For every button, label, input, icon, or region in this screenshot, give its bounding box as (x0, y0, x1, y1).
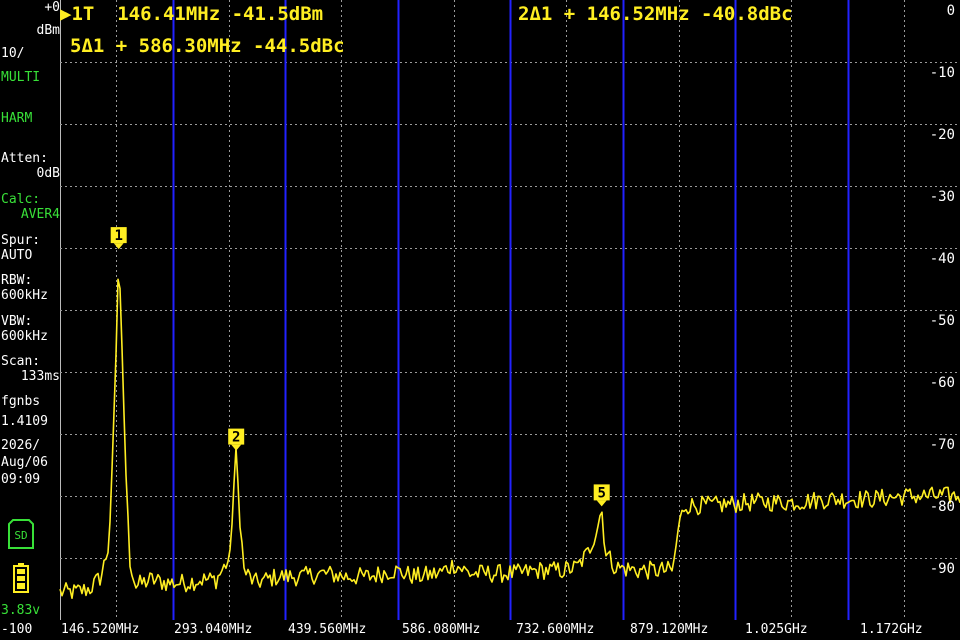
spectrum-analyzer-screen: 1 2 5 +0 dBm 10/ MULTI HARM Atten: 0dB Cal… (0, 0, 960, 640)
freq-label: 293.040MHz (174, 622, 253, 637)
scale-label: -60 (929, 375, 955, 391)
ref-level-unit: dBm (36, 23, 60, 38)
atten-label: Atten: (1, 151, 48, 166)
freq-label: 439.560MHz (288, 622, 367, 637)
firmware-label: fgnbs (1, 394, 41, 409)
freq-label: 1.025GHz (745, 622, 808, 637)
marker-5[interactable]: 5 (593, 484, 610, 507)
mode-harm[interactable]: HARM (0, 111, 61, 126)
freq-label: 146.520MHz (61, 622, 140, 637)
freq-label: 879.120MHz (630, 622, 709, 637)
scale-label: -90 (929, 561, 955, 577)
scale-per-div[interactable]: 10/ (0, 46, 61, 61)
date-month-day: Aug/06 (1, 455, 48, 470)
marker-label: 1 (114, 228, 122, 244)
scale-label: -40 (929, 251, 955, 267)
marker-2-readout[interactable]: 2Δ1 + 146.52MHz -40.8dBc (518, 3, 793, 25)
battery-icon (13, 563, 29, 593)
spur-value[interactable]: AUTO (0, 248, 61, 263)
date-year: 2026/ (1, 438, 41, 453)
sd-card-icon[interactable]: SD (8, 519, 34, 549)
scale-label: -80 (929, 499, 955, 515)
marker-label: 2 (232, 430, 240, 446)
sd-icon-label: SD (14, 529, 27, 542)
scale-label: -30 (929, 189, 955, 205)
marker-2[interactable]: 2 (228, 428, 245, 451)
scan-value[interactable]: 133ms (0, 369, 62, 384)
freq-label: 732.600MHz (516, 622, 595, 637)
firmware-value: 1.4109 (1, 414, 48, 429)
scale-label: 0 (946, 3, 955, 19)
scale-label: -70 (929, 437, 955, 453)
atten-value[interactable]: 0dB (0, 166, 62, 181)
freq-label: 1.172GHz (860, 622, 923, 637)
scale-label: -50 (929, 313, 955, 329)
clock-time: 09:09 (1, 472, 41, 487)
marker-1-readout[interactable]: ▶1T 146.41MHz -41.5dBm (60, 3, 323, 25)
scale-label: -10 (929, 65, 955, 81)
battery-voltage: 3.83v (1, 603, 41, 618)
spur-label: Spur: (1, 233, 41, 248)
mode-multi[interactable]: MULTI (0, 70, 61, 85)
ref-level-value[interactable]: +0 (0, 0, 62, 15)
scale-label: -20 (929, 127, 955, 143)
scan-label: Scan: (1, 354, 41, 369)
calc-value[interactable]: AVER4 (0, 207, 62, 222)
rbw-label: RBW: (1, 273, 33, 288)
rbw-value[interactable]: 600kHz (0, 288, 61, 303)
calc-label: Calc: (1, 192, 41, 207)
vbw-label: VBW: (1, 314, 33, 329)
spectrum-plot: 1 2 5 (59, 0, 960, 620)
marker-1[interactable]: 1 (110, 227, 127, 250)
marker-5-readout[interactable]: 5Δ1 + 586.30MHz -44.5dBc (70, 35, 345, 57)
freq-label: 586.080MHz (402, 622, 481, 637)
vbw-value[interactable]: 600kHz (0, 329, 61, 344)
bottom-level: -100 (1, 622, 33, 637)
marker-label: 5 (597, 485, 605, 501)
